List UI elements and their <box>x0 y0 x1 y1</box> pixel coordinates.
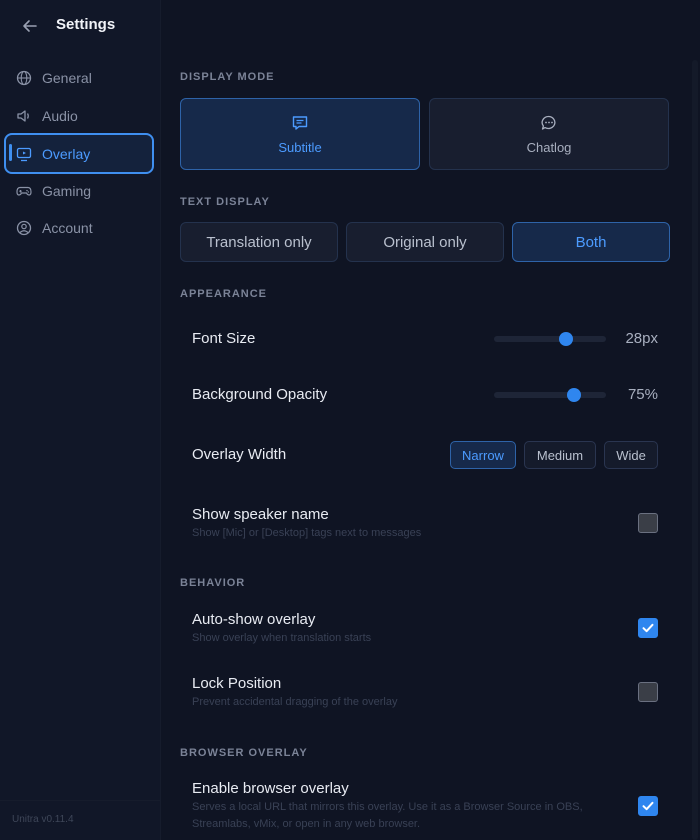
overlay-width-wide-button[interactable]: Wide <box>604 441 658 469</box>
enable-browser-overlay-description: Serves a local URL that mirrors this ove… <box>192 801 583 830</box>
section-label-browser-overlay: BROWSER OVERLAY <box>180 747 308 759</box>
text-display-both-button[interactable]: Both <box>512 222 670 262</box>
monitor-icon <box>16 147 32 161</box>
background-opacity-slider-thumb[interactable] <box>566 388 581 402</box>
gamepad-icon <box>16 186 32 196</box>
subtitle-icon <box>292 115 308 130</box>
display-mode-chatlog-button[interactable]: Chatlog <box>429 98 669 170</box>
font-size-label: Font Size <box>192 330 256 347</box>
auto-show-overlay-label: Auto-show overlay <box>192 611 316 628</box>
version-label: Unitra v0.11.4 <box>12 814 74 825</box>
display-mode-label: Chatlog <box>526 139 572 155</box>
sidebar-item-general[interactable]: General <box>4 59 154 97</box>
lock-position-description: Prevent accidental dragging of the overl… <box>192 696 398 708</box>
auto-show-overlay-description: Show overlay when translation starts <box>192 632 372 644</box>
display-mode-subtitle-button[interactable]: Subtitle <box>180 98 420 170</box>
sidebar-item-gaming[interactable]: Gaming <box>4 172 154 210</box>
back-arrow-icon[interactable] <box>20 16 40 36</box>
section-label-appearance: APPEARANCE <box>180 288 268 300</box>
user-circle-icon <box>16 220 32 236</box>
sidebar-item-label: Account <box>42 220 93 236</box>
checkmark-icon <box>642 623 654 633</box>
show-speaker-name-description: Show [Mic] or [Desktop] tags next to mes… <box>192 527 422 539</box>
section-label-behavior: BEHAVIOR <box>180 577 246 589</box>
show-speaker-name-checkbox[interactable] <box>638 513 658 533</box>
globe-icon <box>16 70 32 86</box>
sidebar-item-account[interactable]: Account <box>4 209 154 247</box>
section-label-display-mode: DISPLAY MODE <box>180 71 275 83</box>
auto-show-overlay-checkbox[interactable] <box>638 618 658 638</box>
overlay-width-label: Overlay Width <box>192 446 287 463</box>
section-label-text-display: TEXT DISPLAY <box>180 196 270 208</box>
lock-position-checkbox[interactable] <box>638 682 658 702</box>
background-opacity-slider[interactable] <box>494 388 606 402</box>
enable-browser-overlay-label: Enable browser overlay <box>192 780 349 797</box>
sidebar-item-label: Gaming <box>42 183 92 199</box>
display-mode-label: Subtitle <box>278 139 322 155</box>
content-scrollbar[interactable] <box>692 60 698 840</box>
text-display-original-only-button[interactable]: Original only <box>346 222 504 262</box>
enable-browser-overlay-checkbox[interactable] <box>638 796 658 816</box>
sidebar-divider <box>0 800 160 801</box>
font-size-slider[interactable] <box>494 332 606 346</box>
sidebar: Settings General Audio Overlay Gaming Ac… <box>0 0 161 840</box>
font-size-slider-thumb[interactable] <box>558 332 573 346</box>
chat-bubble-icon <box>541 115 556 130</box>
show-speaker-name-label: Show speaker name <box>192 506 329 523</box>
text-display-translation-only-button[interactable]: Translation only <box>180 222 338 262</box>
header: Settings <box>0 0 160 52</box>
overlay-width-narrow-button[interactable]: Narrow <box>450 441 516 469</box>
sidebar-item-overlay[interactable]: Overlay <box>4 133 154 174</box>
sidebar-item-label: General <box>42 70 92 86</box>
sidebar-item-audio[interactable]: Audio <box>4 97 154 135</box>
sidebar-item-label: Overlay <box>42 145 91 162</box>
checkmark-icon <box>642 801 654 811</box>
sidebar-item-label: Audio <box>42 108 78 124</box>
overlay-width-medium-button[interactable]: Medium <box>524 441 596 469</box>
lock-position-label: Lock Position <box>192 675 282 692</box>
speaker-icon <box>17 110 29 122</box>
font-size-value: 28px <box>625 330 658 347</box>
page-title: Settings <box>56 16 116 33</box>
background-opacity-label: Background Opacity <box>192 386 328 403</box>
background-opacity-value: 75% <box>627 386 658 403</box>
